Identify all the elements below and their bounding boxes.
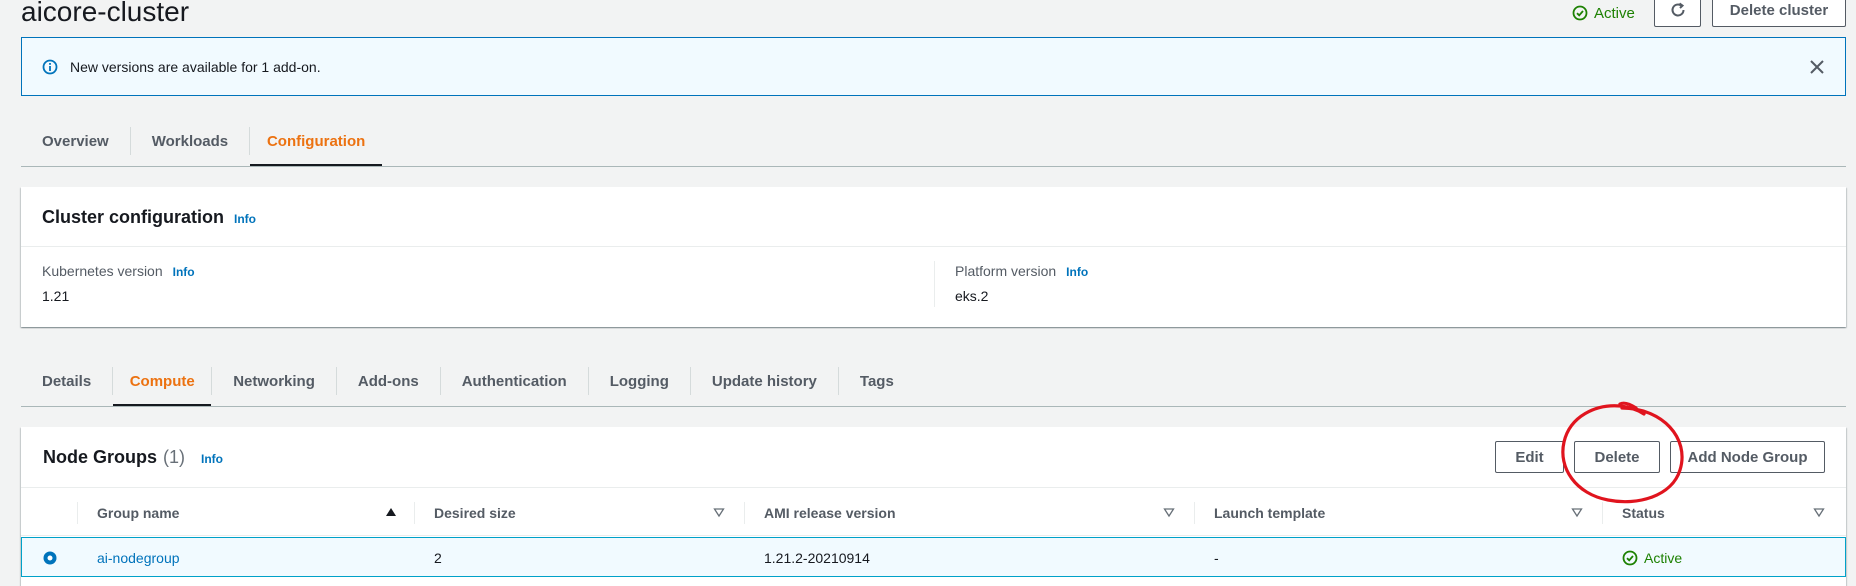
flash-message: New versions are available for 1 add-on.: [70, 58, 321, 75]
column-divider: [1602, 502, 1603, 524]
tab-tags[interactable]: Tags: [839, 356, 915, 406]
node-groups-panel: Node Groups (1) Info Edit Delete Add Nod…: [21, 427, 1846, 586]
refresh-icon: [1671, 2, 1684, 17]
column-header-ami-release-version[interactable]: AMI release version: [764, 488, 896, 537]
cluster-configuration-info-link[interactable]: Info: [234, 212, 256, 226]
tabs-divider: [21, 166, 1846, 167]
column-divider: [934, 261, 935, 307]
sort-icon[interactable]: [1571, 506, 1583, 518]
launch-template-cell: -: [1214, 550, 1219, 566]
delete-cluster-button[interactable]: Delete cluster: [1712, 0, 1846, 27]
tab-details[interactable]: Details: [21, 356, 112, 406]
column-header-status[interactable]: Status: [1622, 488, 1665, 537]
add-node-group-button[interactable]: Add Node Group: [1670, 441, 1825, 473]
tab-update-history[interactable]: Update history: [691, 356, 838, 406]
tab-workloads[interactable]: Workloads: [131, 116, 249, 166]
edit-button[interactable]: Edit: [1495, 441, 1564, 473]
column-divider: [744, 502, 745, 524]
platform-version-info-link[interactable]: Info: [1066, 265, 1088, 279]
tab-add-ons[interactable]: Add-ons: [337, 356, 440, 406]
check-circle-icon: [1572, 5, 1588, 21]
cluster-configuration-title: Cluster configuration: [42, 207, 225, 227]
status-cell: Active: [1622, 538, 1682, 578]
tab-overview[interactable]: Overview: [21, 116, 130, 166]
node-groups-title: Node Groups: [43, 447, 158, 467]
column-divider: [1194, 502, 1195, 524]
table-header: Group name Desired size AMI release vers…: [21, 487, 1846, 536]
cluster-configuration-panel: Cluster configuration Info Kubernetes ve…: [21, 187, 1846, 327]
radio-selected-icon[interactable]: [42, 550, 58, 566]
desired-size-cell: 2: [434, 550, 442, 566]
ami-release-version-cell: 1.21.2-20210914: [764, 550, 870, 566]
tab-configuration[interactable]: Configuration: [250, 116, 383, 166]
refresh-button[interactable]: [1654, 0, 1701, 27]
tab-authentication[interactable]: Authentication: [441, 356, 588, 406]
check-circle-icon: [1622, 550, 1638, 566]
info-icon: [42, 59, 58, 74]
status-label: Active: [1644, 550, 1683, 566]
kubernetes-version-label: Kubernetes version: [42, 263, 163, 279]
cluster-status: Active: [1572, 3, 1635, 23]
tab-logging[interactable]: Logging: [589, 356, 690, 406]
delete-button[interactable]: Delete: [1574, 441, 1660, 473]
tab-compute[interactable]: Compute: [113, 356, 212, 406]
sort-icon[interactable]: [1813, 506, 1825, 518]
close-icon[interactable]: [1809, 59, 1825, 75]
page-title: aicore-cluster: [21, 0, 190, 27]
column-divider: [414, 502, 415, 524]
sort-icon[interactable]: [1163, 506, 1175, 518]
kubernetes-version-info-link[interactable]: Info: [173, 265, 195, 279]
flash-notification: New versions are available for 1 add-on.: [21, 37, 1846, 96]
platform-version-value: eks.2: [955, 288, 989, 304]
column-divider: [77, 502, 78, 524]
table-row[interactable]: ai-nodegroup 2 1.21.2-20210914 - Active: [21, 537, 1846, 577]
node-groups-info-link[interactable]: Info: [201, 452, 223, 466]
sub-tabs-divider: [21, 406, 1846, 407]
tab-networking[interactable]: Networking: [212, 356, 336, 406]
main-tabs: Overview Workloads Configuration: [21, 116, 383, 166]
column-header-group-name[interactable]: Group name: [97, 488, 179, 537]
sort-ascending-icon[interactable]: [385, 506, 397, 518]
kubernetes-version-value: 1.21: [42, 288, 70, 304]
sort-icon[interactable]: [713, 506, 725, 518]
node-group-name-link[interactable]: ai-nodegroup: [97, 538, 180, 578]
cluster-status-label: Active: [1594, 4, 1635, 22]
panel-divider: [21, 246, 1846, 247]
column-header-launch-template[interactable]: Launch template: [1214, 488, 1325, 537]
platform-version-label: Platform version: [955, 263, 1057, 279]
node-groups-count: (1): [163, 447, 186, 467]
sub-tabs: Details Compute Networking Add-ons Authe…: [21, 356, 915, 406]
column-header-desired-size[interactable]: Desired size: [434, 488, 516, 537]
